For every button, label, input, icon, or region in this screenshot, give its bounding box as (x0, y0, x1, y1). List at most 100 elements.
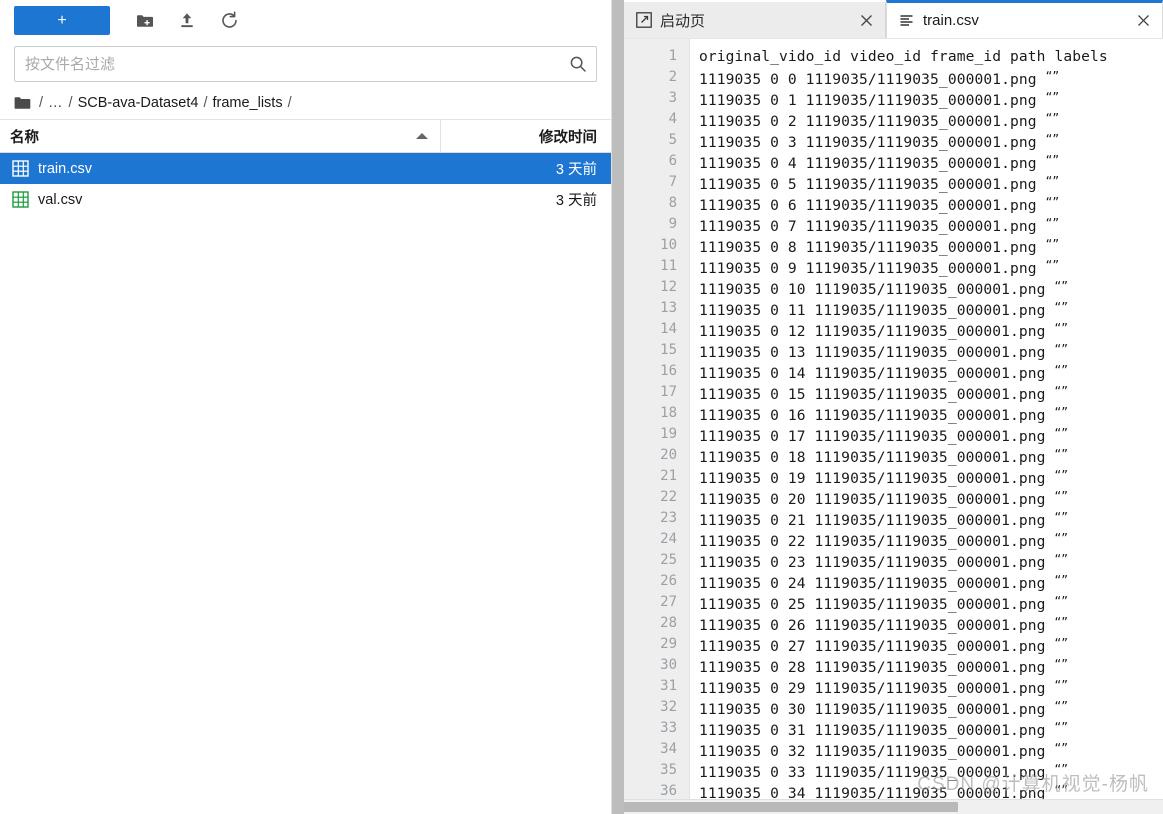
line-number: 9 (668, 216, 677, 232)
empty-label-quotes: “” (1054, 637, 1069, 652)
line-number: 4 (668, 111, 677, 127)
code-line[interactable]: 1119035 0 19 1119035/1119035_000001.png … (699, 466, 1163, 487)
line-number: 11 (660, 258, 677, 274)
code-line[interactable]: 1119035 0 21 1119035/1119035_000001.png … (699, 508, 1163, 529)
code-line[interactable]: 1119035 0 12 1119035/1119035_000001.png … (699, 319, 1163, 340)
folder-icon[interactable] (14, 96, 31, 111)
line-number: 16 (660, 363, 677, 379)
search-icon[interactable] (569, 55, 587, 73)
code-line[interactable]: 1119035 0 23 1119035/1119035_000001.png … (699, 550, 1163, 571)
search-input[interactable] (15, 48, 596, 80)
breadcrumb-crumb-ellipsis[interactable]: … (48, 95, 64, 111)
line-number: 8 (668, 195, 677, 211)
code-line[interactable]: 1119035 0 5 1119035/1119035_000001.png “… (699, 172, 1163, 193)
file-name-cell: train.csv (0, 160, 441, 177)
code-line[interactable]: 1119035 0 8 1119035/1119035_000001.png “… (699, 235, 1163, 256)
line-number: 26 (660, 573, 677, 589)
new-folder-icon[interactable] (128, 6, 162, 36)
code-line[interactable]: 1119035 0 14 1119035/1119035_000001.png … (699, 361, 1163, 382)
line-number: 34 (660, 741, 677, 757)
editor-panel: 启动页 train.csv 1 2 3 4 5 6 7 8 9 10 11 12… (624, 0, 1163, 814)
line-number: 5 (668, 132, 677, 148)
code-line[interactable]: 1119035 0 31 1119035/1119035_000001.png … (699, 718, 1163, 739)
code-line[interactable]: 1119035 0 3 1119035/1119035_000001.png “… (699, 130, 1163, 151)
table-row[interactable]: train.csv 3 天前 (0, 153, 611, 184)
code-line[interactable]: 1119035 0 6 1119035/1119035_000001.png “… (699, 193, 1163, 214)
panel-splitter[interactable] (612, 0, 624, 814)
code-line[interactable]: 1119035 0 15 1119035/1119035_000001.png … (699, 382, 1163, 403)
line-number: 2 (668, 69, 677, 85)
close-icon[interactable] (857, 11, 875, 29)
empty-label-quotes: “” (1045, 70, 1060, 85)
sort-ascending-icon[interactable] (416, 133, 428, 139)
code-line[interactable]: 1119035 0 24 1119035/1119035_000001.png … (699, 571, 1163, 592)
line-number: 28 (660, 615, 677, 631)
code-line[interactable]: 1119035 0 30 1119035/1119035_000001.png … (699, 697, 1163, 718)
breadcrumb-separator-2: / (203, 95, 208, 111)
empty-label-quotes: “” (1054, 406, 1069, 421)
code-line[interactable]: 1119035 0 29 1119035/1119035_000001.png … (699, 676, 1163, 697)
code-line[interactable]: 1119035 0 26 1119035/1119035_000001.png … (699, 613, 1163, 634)
code-line[interactable]: 1119035 0 10 1119035/1119035_000001.png … (699, 277, 1163, 298)
empty-label-quotes: “” (1045, 196, 1060, 211)
refresh-icon[interactable] (212, 6, 246, 36)
filter-box[interactable] (14, 46, 597, 82)
file-name-cell: val.csv (0, 191, 441, 208)
code-line[interactable]: original_vido_id video_id frame_id path … (699, 46, 1163, 67)
line-number: 29 (660, 636, 677, 652)
column-header-name[interactable]: 名称 (0, 120, 441, 152)
line-number: 15 (660, 342, 677, 358)
breadcrumb-crumb-dataset[interactable]: SCB-ava-Dataset4 (78, 95, 199, 111)
breadcrumb: / … / SCB-ava-Dataset4 / frame_lists / (0, 87, 611, 120)
code-line[interactable]: 1119035 0 18 1119035/1119035_000001.png … (699, 445, 1163, 466)
code-editor[interactable]: 1 2 3 4 5 6 7 8 9 10 11 12 13 14 15 16 17 18 19 20 21 22 23 24 2… (624, 38, 1163, 814)
code-line[interactable]: 1119035 0 27 1119035/1119035_000001.png … (699, 634, 1163, 655)
horizontal-scrollbar[interactable] (624, 799, 1163, 814)
code-line[interactable]: 1119035 0 4 1119035/1119035_000001.png “… (699, 151, 1163, 172)
line-number: 10 (660, 237, 677, 253)
empty-label-quotes: “” (1054, 280, 1069, 295)
code-content[interactable]: original_vido_id video_id frame_id path … (690, 39, 1163, 814)
empty-label-quotes: “” (1054, 532, 1069, 547)
empty-label-quotes: “” (1045, 154, 1060, 169)
empty-label-quotes: “” (1054, 658, 1069, 673)
breadcrumb-separator-1: / (68, 95, 73, 111)
code-line[interactable]: 1119035 0 0 1119035/1119035_000001.png “… (699, 67, 1163, 88)
code-line[interactable]: 1119035 0 20 1119035/1119035_000001.png … (699, 487, 1163, 508)
new-button[interactable]: + (14, 6, 110, 35)
line-number: 12 (660, 279, 677, 295)
column-header-modified[interactable]: 修改时间 (441, 126, 611, 147)
empty-label-quotes: “” (1045, 133, 1060, 148)
line-number: 1 (668, 48, 677, 64)
code-line[interactable]: 1119035 0 28 1119035/1119035_000001.png … (699, 655, 1163, 676)
upload-icon[interactable] (170, 6, 204, 36)
code-line[interactable]: 1119035 0 7 1119035/1119035_000001.png “… (699, 214, 1163, 235)
code-line[interactable]: 1119035 0 17 1119035/1119035_000001.png … (699, 424, 1163, 445)
tab-launcher[interactable]: 启动页 (624, 2, 886, 38)
table-row[interactable]: val.csv 3 天前 (0, 184, 611, 215)
scrollbar-thumb[interactable] (624, 802, 959, 812)
code-line[interactable]: 1119035 0 1 1119035/1119035_000001.png “… (699, 88, 1163, 109)
code-line[interactable]: 1119035 0 11 1119035/1119035_000001.png … (699, 298, 1163, 319)
file-name-label: train.csv (38, 160, 92, 177)
empty-label-quotes: “” (1045, 175, 1060, 190)
tab-train-csv-label: train.csv (923, 12, 979, 29)
empty-label-quotes: “” (1054, 385, 1069, 400)
empty-label-quotes: “” (1054, 427, 1069, 442)
empty-label-quotes: “” (1045, 238, 1060, 253)
breadcrumb-crumb-frame-lists[interactable]: frame_lists (212, 95, 282, 111)
code-line[interactable]: 1119035 0 33 1119035/1119035_000001.png … (699, 760, 1163, 781)
code-line[interactable]: 1119035 0 16 1119035/1119035_000001.png … (699, 403, 1163, 424)
empty-label-quotes: “” (1054, 700, 1069, 715)
code-line[interactable]: 1119035 0 13 1119035/1119035_000001.png … (699, 340, 1163, 361)
close-icon[interactable] (1134, 12, 1152, 30)
code-line[interactable]: 1119035 0 2 1119035/1119035_000001.png “… (699, 109, 1163, 130)
code-line[interactable]: 1119035 0 32 1119035/1119035_000001.png … (699, 739, 1163, 760)
code-line[interactable]: 1119035 0 22 1119035/1119035_000001.png … (699, 529, 1163, 550)
code-line[interactable]: 1119035 0 25 1119035/1119035_000001.png … (699, 592, 1163, 613)
line-number: 23 (660, 510, 677, 526)
code-line[interactable]: 1119035 0 9 1119035/1119035_000001.png “… (699, 256, 1163, 277)
breadcrumb-separator-3: / (287, 95, 292, 111)
tab-train-csv[interactable]: train.csv (886, 0, 1163, 38)
csv-grid-icon (12, 191, 29, 208)
